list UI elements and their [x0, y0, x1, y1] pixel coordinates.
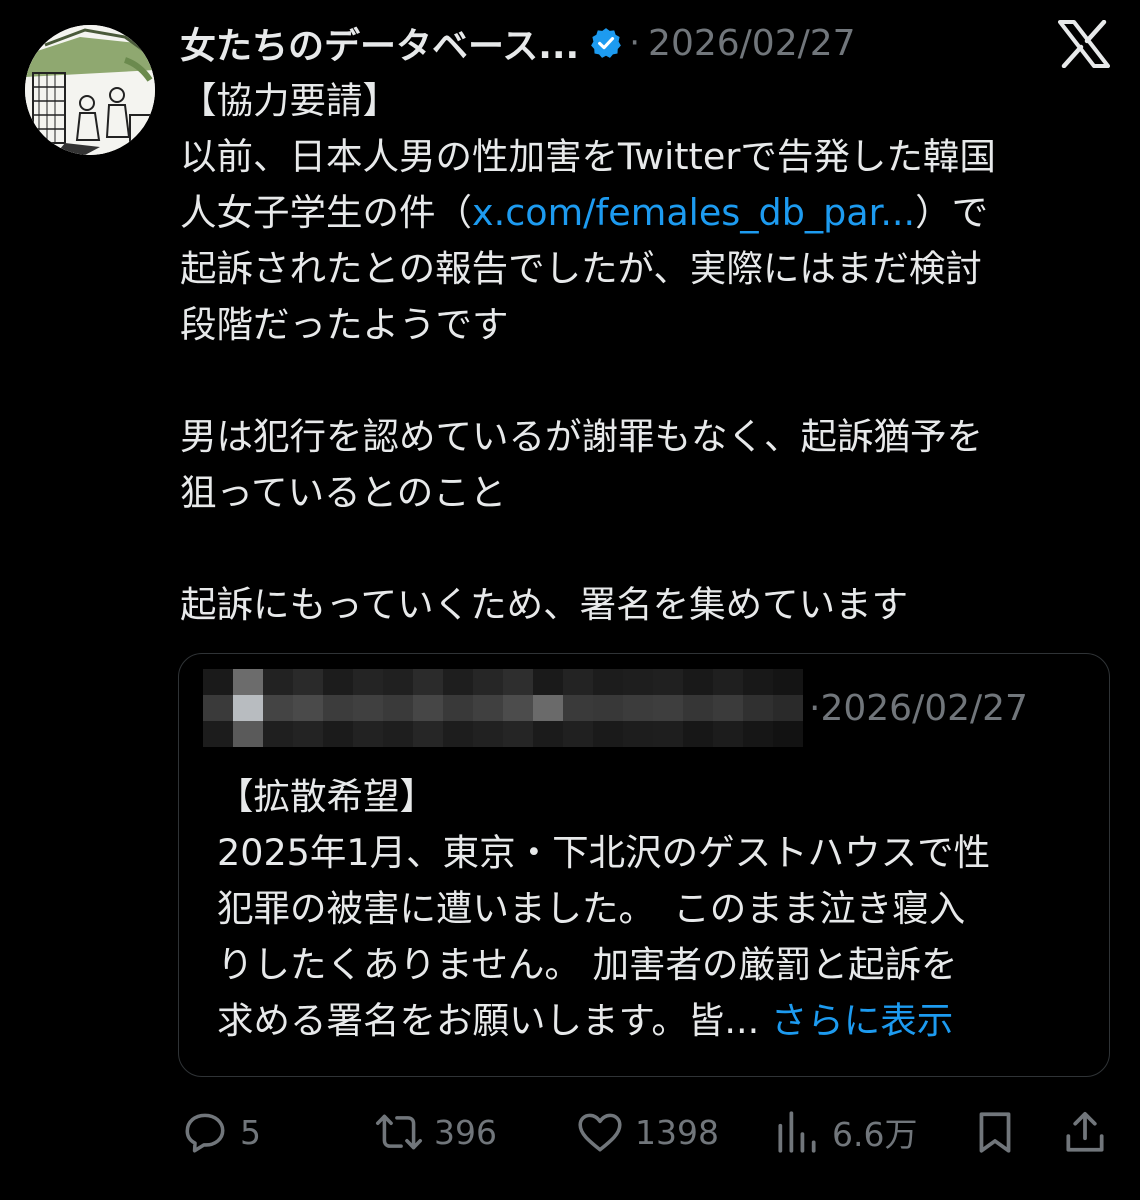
retweet-count: 396 [434, 1112, 497, 1152]
quoted-text-line: 犯罪の被害に遭いました。 このまま泣き寝入 [217, 887, 966, 930]
quoted-tweet-meta: ·2026/02/27 [809, 688, 1028, 729]
bookmark-button[interactable] [970, 1105, 1020, 1159]
quoted-text-line: 【拡散希望】 [217, 775, 436, 818]
tweet-text-line: 【協力要請】 [180, 79, 399, 122]
tweet-text-line: 起訴されたとの報告でしたが、実際にはまだ検討 [180, 247, 982, 290]
quoted-tweet-date[interactable]: 2026/02/27 [820, 688, 1028, 729]
views-count: 6.6万 [832, 1115, 918, 1154]
x-logo-icon[interactable] [1058, 19, 1110, 69]
retweet-icon [375, 1114, 423, 1150]
share-button[interactable] [1060, 1105, 1110, 1159]
quoted-author-name-pixelated [203, 669, 803, 747]
reply-icon [185, 1113, 225, 1153]
tweet-text-blank-line [180, 353, 1110, 409]
reply-count: 5 [240, 1112, 261, 1152]
tweet: 女たちのデータベース... · 2026/02/27 【協力要請】 以前、日本人… [0, 0, 1140, 1200]
quoted-text-segment: 求める署名をお願いします。皆 [217, 999, 725, 1042]
tweet-text-segment: ）で [915, 191, 989, 234]
quoted-text-line: 求める署名をお願いします。皆... さらに表示 [217, 993, 1087, 1049]
truncation-ellipsis: ... [724, 999, 760, 1042]
views-chart-icon [778, 1111, 816, 1153]
retweet-button[interactable]: 396 [374, 1105, 497, 1159]
tweet-text-line: 男は犯行を認めているが謝罪もなく、起訴猶予を [180, 415, 983, 458]
quoted-text-line: 2025年1月、東京・下北沢のゲストハウスで性 [217, 831, 991, 874]
meta-separator: · [629, 23, 641, 63]
quoted-text-line: りしたくありません。 加害者の厳罰と起訴を [217, 943, 958, 986]
quoted-tweet[interactable]: ·2026/02/27 【拡散希望】 2025年1月、東京・下北沢のゲストハウス… [178, 653, 1110, 1077]
bookmark-icon [979, 1112, 1011, 1153]
tweet-text-blank-line [180, 521, 1110, 577]
tweet-text-line: 起訴にもっていくため、署名を集めています [180, 583, 909, 626]
share-icon [1066, 1112, 1104, 1152]
like-count: 1398 [635, 1112, 719, 1152]
tweet-action-bar: 5 396 1398 6.6万 [180, 1105, 1115, 1159]
quoted-tweet-header: ·2026/02/27 [203, 668, 1028, 748]
tweet-text-line: 狙っているとのこと [180, 471, 507, 514]
author-avatar[interactable] [25, 25, 155, 155]
tweet-link[interactable]: x.com/females_db_par... [472, 191, 915, 234]
author-display-name[interactable]: 女たちのデータベース... [180, 17, 579, 69]
tweet-header: 女たちのデータベース... · 2026/02/27 [180, 18, 856, 68]
avatar-illustration-icon [25, 25, 155, 155]
like-button[interactable]: 1398 [575, 1105, 719, 1159]
tweet-text-line: 以前、日本人男の性加害をTwitterで告発した韓国 [180, 135, 996, 178]
views-button[interactable]: 6.6万 [772, 1105, 917, 1159]
heart-icon [578, 1113, 622, 1152]
tweet-text-line: 段階だったようです [180, 303, 509, 346]
reply-button[interactable]: 5 [180, 1105, 261, 1159]
tweet-date[interactable]: 2026/02/27 [648, 23, 856, 64]
tweet-text: 【協力要請】 以前、日本人男の性加害をTwitterで告発した韓国 人女子学生の… [180, 73, 1110, 633]
show-more-link[interactable]: さらに表示 [771, 999, 954, 1042]
tweet-text-segment: 人女子学生の件（ [180, 191, 472, 234]
quoted-tweet-text: 【拡散希望】 2025年1月、東京・下北沢のゲストハウスで性 犯罪の被害に遭いま… [217, 769, 1087, 1049]
tweet-text-line: 人女子学生の件（x.com/females_db_par...）で [180, 185, 1110, 241]
meta-separator: · [809, 687, 821, 729]
verified-badge-icon [589, 26, 623, 60]
